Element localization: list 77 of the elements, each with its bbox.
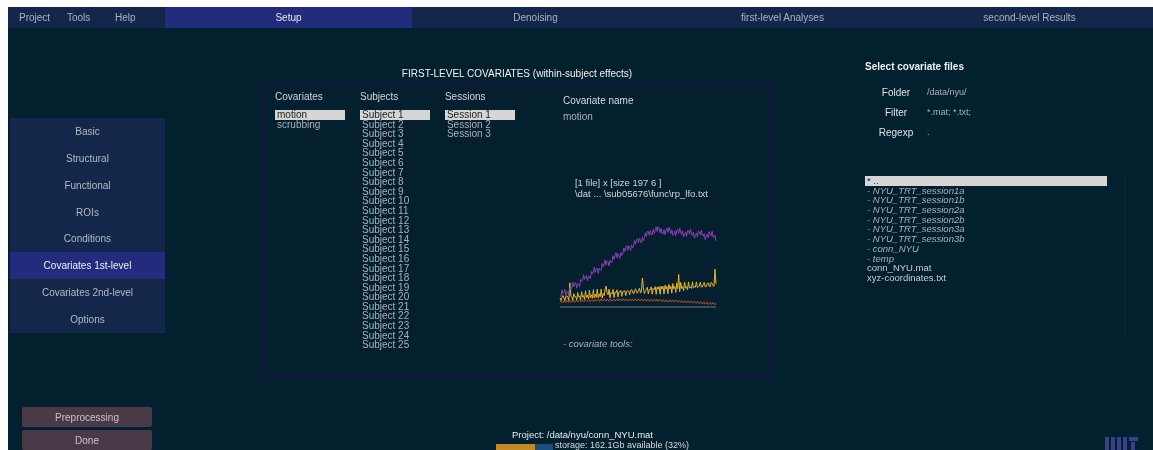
list-item[interactable]: Subject 12 xyxy=(359,215,430,226)
list-item[interactable]: Session 2 xyxy=(444,119,515,130)
menu-item[interactable]: Tools xyxy=(67,12,115,23)
input-field[interactable]: *.mat; *.txt; xyxy=(927,107,1007,117)
sidebar-item[interactable]: Basic xyxy=(10,118,165,145)
column-heading: Subjects xyxy=(359,90,400,104)
list-item[interactable]: Session 1 xyxy=(444,110,515,120)
file-info: \dat ... \sub05676\func\rp_lfo.txt xyxy=(574,188,709,199)
list-item[interactable]: Subject 17 xyxy=(359,263,430,274)
project-path: Project: /data/nyu/conn_NYU.mat xyxy=(512,429,653,440)
tab[interactable]: second-level Results xyxy=(906,7,1153,28)
action-button[interactable]: Done xyxy=(22,430,152,450)
panel-title: FIRST-LEVEL COVARIATES (within-subject effects) xyxy=(401,68,633,81)
file-item[interactable]: conn_NYU.mat xyxy=(865,263,1107,273)
list-item[interactable]: Subject 6 xyxy=(359,157,430,168)
list-item[interactable]: Subject 14 xyxy=(359,234,430,245)
sidebar-item[interactable]: Structural xyxy=(10,144,165,172)
list-item[interactable]: Subject 9 xyxy=(359,186,430,197)
file-item[interactable]: - temp xyxy=(865,253,1107,264)
list-item[interactable]: Subject 18 xyxy=(359,273,430,283)
list-item[interactable]: Subject 4 xyxy=(359,138,430,149)
input-field[interactable]: /data/nyu/ xyxy=(927,87,1007,97)
covariate-tools-menu[interactable]: - covariate tools: xyxy=(562,338,768,349)
list-item[interactable]: Subject 19 xyxy=(359,282,430,293)
list-item[interactable]: Subject 2 xyxy=(359,119,430,130)
sidebar-item[interactable]: Options xyxy=(10,306,165,333)
field-label: Covariate name xyxy=(562,95,635,106)
tab[interactable]: Denoising xyxy=(412,7,659,28)
file-item[interactable]: - conn_NYU xyxy=(865,243,1107,254)
list-item[interactable]: Subject 8 xyxy=(359,177,430,187)
list-item[interactable]: Subject 5 xyxy=(359,148,430,158)
input-field[interactable]: . xyxy=(927,127,1007,137)
file-item[interactable]: - NYU_TRT_session3b xyxy=(865,234,1107,244)
list-item[interactable]: Subject 15 xyxy=(359,244,430,254)
file-item[interactable]: - NYU_TRT_session2b xyxy=(865,214,1107,225)
field-label: Regexp xyxy=(877,126,915,138)
field-label: Filter xyxy=(883,106,909,118)
sidebar-item[interactable]: Covariates 1st-level xyxy=(10,252,165,280)
list-item[interactable]: Subject 22 xyxy=(359,311,430,322)
column-heading: Covariates xyxy=(275,90,324,104)
list-item[interactable]: Subject 23 xyxy=(359,321,430,331)
list-item[interactable]: Subject 16 xyxy=(359,253,430,264)
sidebar-item[interactable]: Functional xyxy=(10,171,165,199)
list-item[interactable]: Subject 25 xyxy=(359,340,430,350)
field-label: Folder xyxy=(880,86,912,98)
file-item[interactable]: - NYU_TRT_session3a xyxy=(865,224,1107,235)
section-title: Select covariate files xyxy=(865,61,965,72)
tab[interactable]: first-level Analyses xyxy=(659,7,906,28)
list-item[interactable]: Subject 21 xyxy=(359,301,430,312)
covariate-name-field[interactable]: motion xyxy=(562,111,653,122)
list-item[interactable]: scrubbing xyxy=(275,119,345,130)
list-item[interactable]: Subject 24 xyxy=(359,330,430,341)
file-info: [1 file] x [size 197 6 ] xyxy=(574,177,663,188)
file-item[interactable]: * .. xyxy=(865,176,1107,186)
list-item[interactable]: Subject 10 xyxy=(359,196,430,206)
list-item[interactable]: Subject 20 xyxy=(359,292,430,302)
sidebar-item[interactable]: ROIs xyxy=(10,198,165,226)
menu-item[interactable]: Project xyxy=(19,12,67,23)
action-button[interactable]: Preprocessing xyxy=(22,407,152,427)
list-item[interactable]: motion xyxy=(275,110,345,120)
list-item[interactable]: Subject 1 xyxy=(359,110,430,120)
sidebar-item[interactable]: Conditions xyxy=(10,225,165,253)
list-item[interactable]: Subject 3 xyxy=(359,129,430,139)
list-item[interactable]: Subject 13 xyxy=(359,225,430,235)
file-item[interactable]: - NYU_TRT_session1b xyxy=(865,195,1107,206)
file-item[interactable]: xyz-coordinates.txt xyxy=(865,272,1107,283)
file-item[interactable]: - NYU_TRT_session2a xyxy=(865,205,1107,215)
tab[interactable]: Setup xyxy=(165,7,412,28)
menu-item[interactable]: Help xyxy=(115,12,163,23)
logo-icon xyxy=(1105,434,1139,450)
list-item[interactable]: Subject 7 xyxy=(359,167,430,178)
list-item[interactable]: Subject 11 xyxy=(359,205,430,216)
sidebar-item[interactable]: Covariates 2nd-level xyxy=(10,279,165,307)
file-item[interactable]: - NYU_TRT_session1a xyxy=(865,185,1107,196)
column-heading: Sessions xyxy=(444,90,487,104)
list-item[interactable]: Session 3 xyxy=(444,129,515,139)
storage-text: storage: 162.1Gb available (32%) xyxy=(555,440,690,450)
